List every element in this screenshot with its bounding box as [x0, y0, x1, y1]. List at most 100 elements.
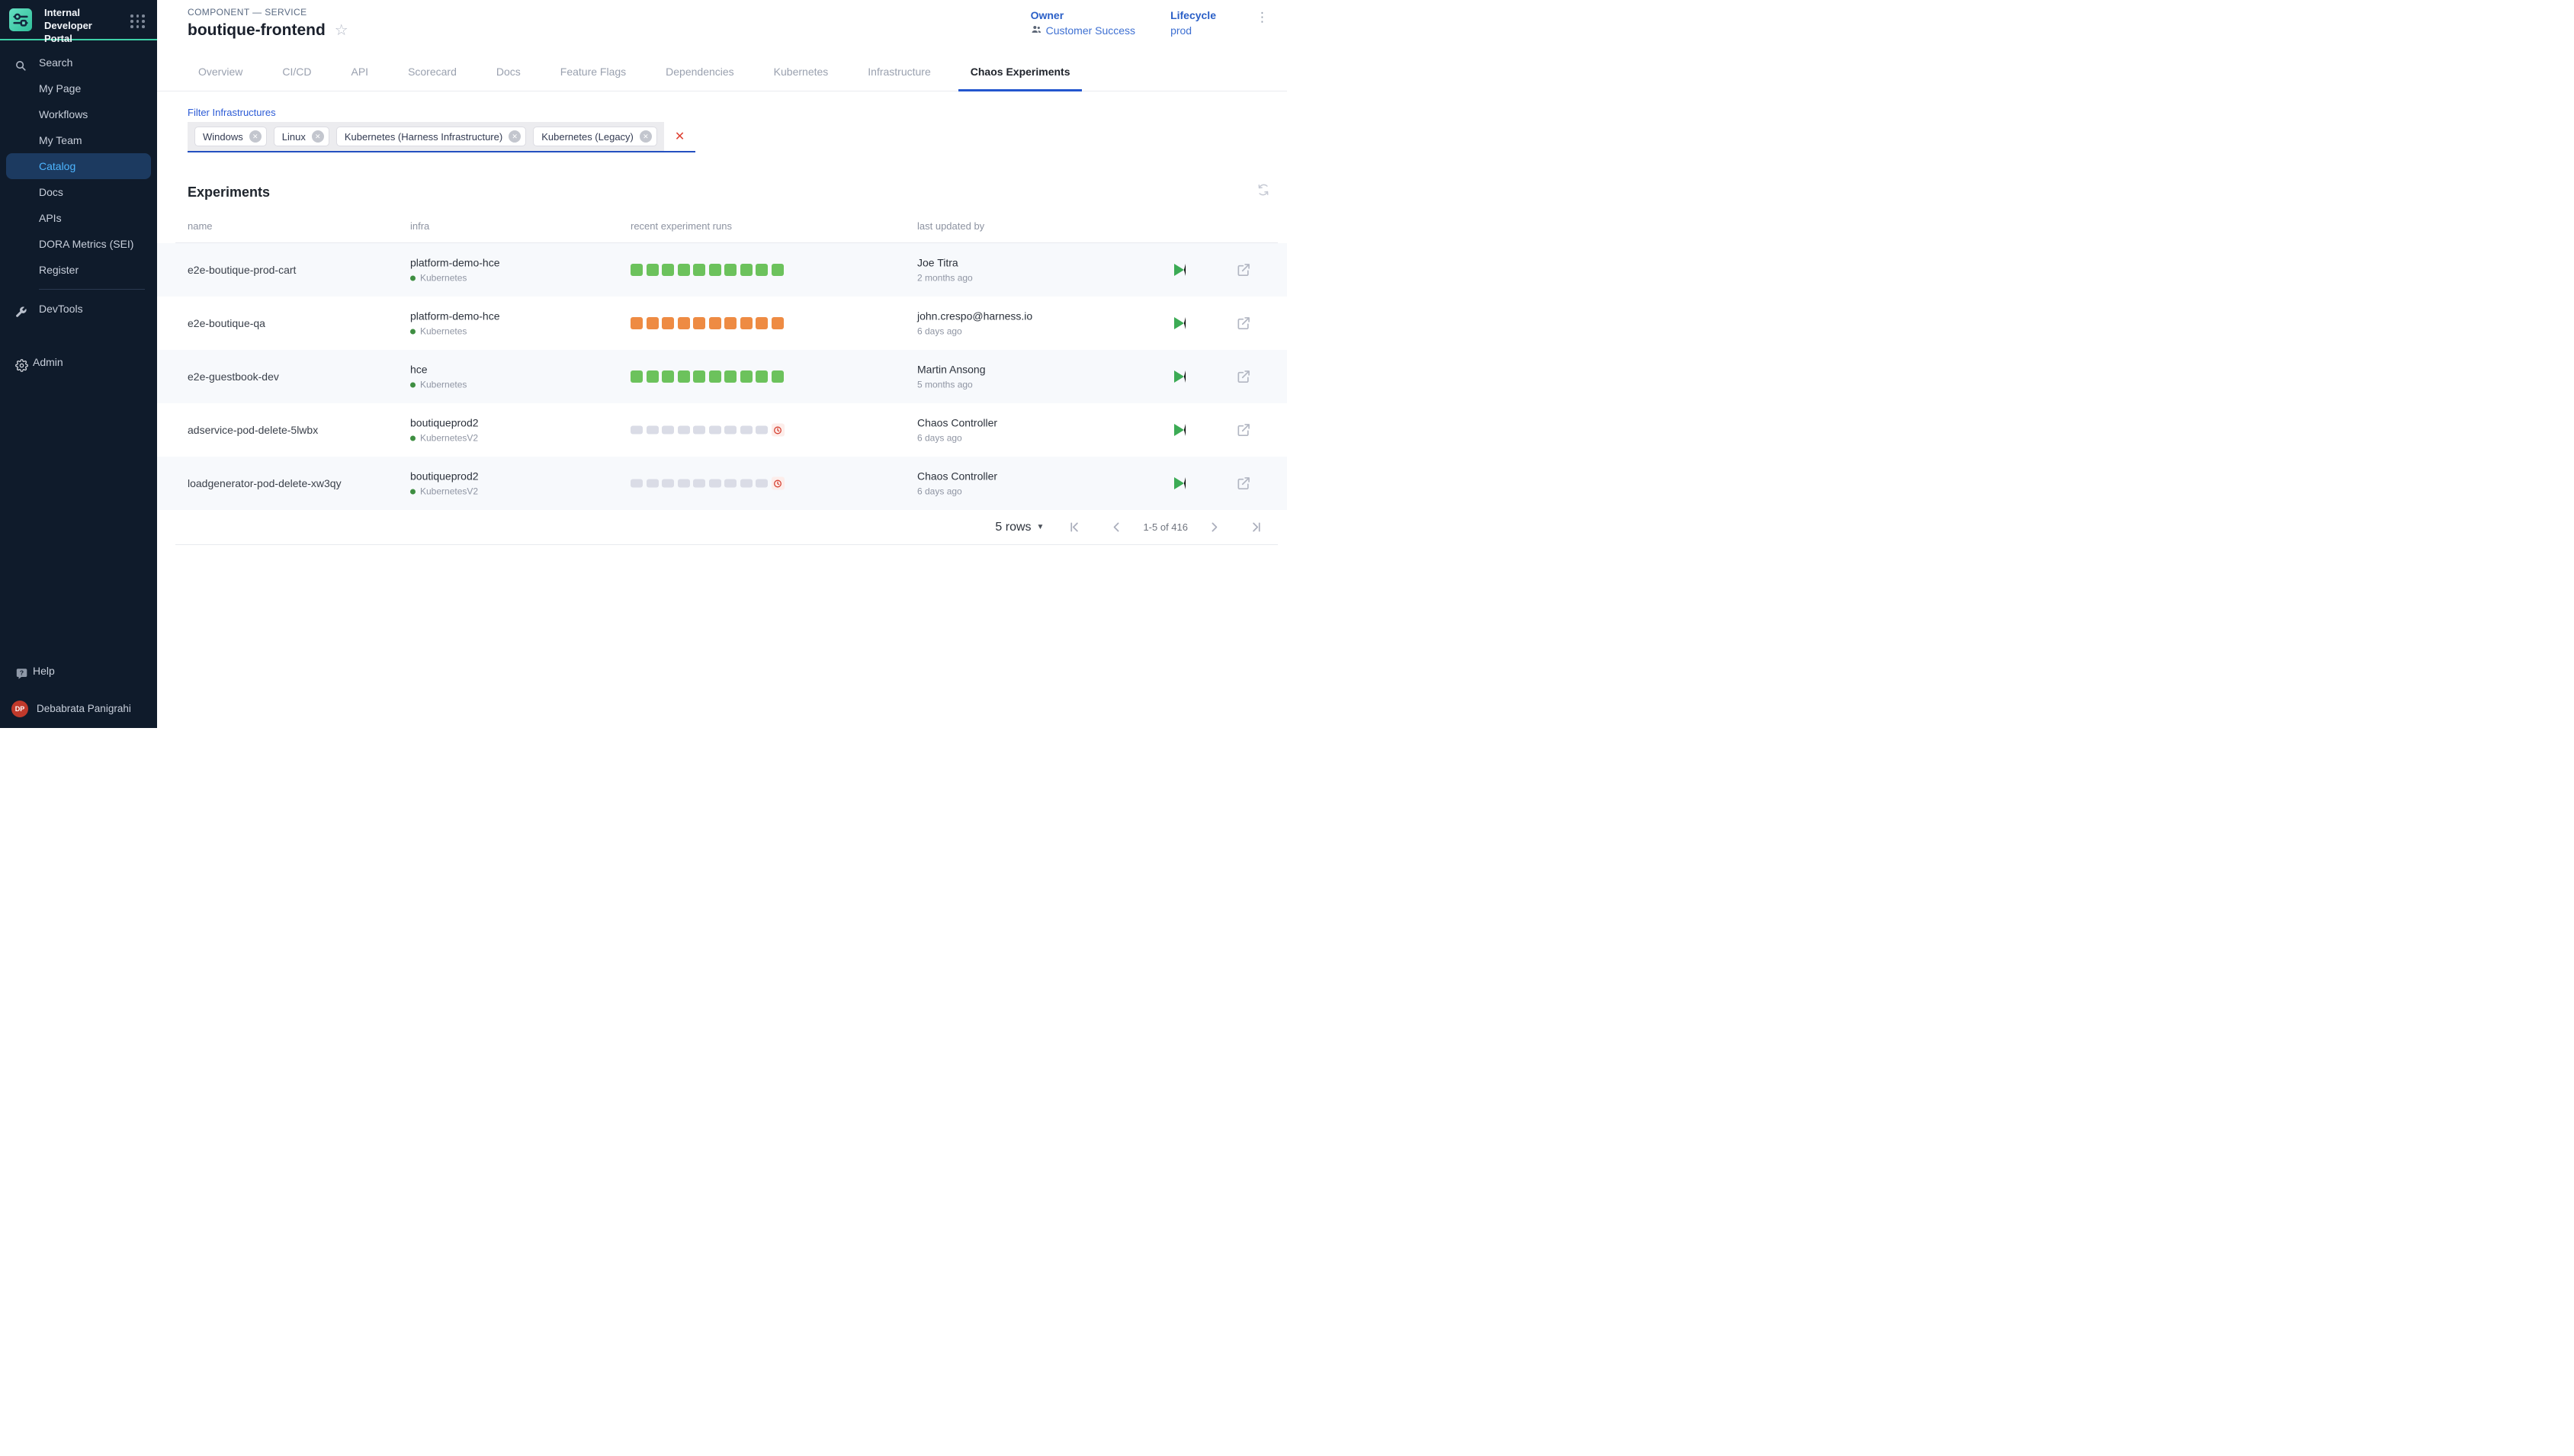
- tab-cicd[interactable]: CI/CD: [262, 53, 331, 91]
- open-experiment-icon[interactable]: [1236, 262, 1251, 277]
- run-indicator[interactable]: [631, 370, 643, 383]
- chip-remove-icon[interactable]: ✕: [640, 130, 652, 143]
- next-page-button[interactable]: [1206, 519, 1222, 535]
- run-indicator[interactable]: [740, 426, 753, 435]
- run-experiment-button[interactable]: [1174, 264, 1186, 276]
- run-indicator[interactable]: [724, 317, 737, 329]
- run-indicator[interactable]: [647, 264, 659, 276]
- run-indicator[interactable]: [756, 426, 768, 435]
- run-indicator[interactable]: [709, 370, 721, 383]
- open-experiment-icon[interactable]: [1236, 476, 1251, 491]
- run-indicator[interactable]: [693, 426, 705, 435]
- run-indicator[interactable]: [772, 264, 784, 276]
- run-indicator[interactable]: [647, 479, 659, 488]
- run-indicator[interactable]: [662, 479, 674, 488]
- sidebar-item-search[interactable]: Search: [6, 50, 151, 75]
- run-indicator[interactable]: [678, 479, 690, 488]
- tab-feature-flags[interactable]: Feature Flags: [541, 53, 646, 91]
- refresh-icon[interactable]: [1257, 183, 1270, 200]
- run-indicator[interactable]: [772, 317, 784, 329]
- run-experiment-button[interactable]: [1174, 317, 1186, 329]
- open-experiment-icon[interactable]: [1236, 316, 1251, 331]
- open-experiment-icon[interactable]: [1236, 422, 1251, 438]
- open-experiment-icon[interactable]: [1236, 369, 1251, 384]
- pending-run-clock-icon[interactable]: [772, 477, 785, 490]
- chip-remove-icon[interactable]: ✕: [509, 130, 521, 143]
- run-indicator[interactable]: [678, 317, 690, 329]
- tab-api[interactable]: API: [331, 53, 388, 91]
- previous-page-button[interactable]: [1109, 519, 1125, 535]
- tab-dependencies[interactable]: Dependencies: [646, 53, 754, 91]
- filter-label[interactable]: Filter Infrastructures: [188, 107, 1287, 118]
- sidebar-item-catalog[interactable]: Catalog: [6, 153, 151, 179]
- run-indicator[interactable]: [709, 317, 721, 329]
- run-indicator[interactable]: [631, 317, 643, 329]
- run-indicator[interactable]: [756, 264, 768, 276]
- run-indicator[interactable]: [647, 426, 659, 435]
- run-indicator[interactable]: [693, 370, 705, 383]
- pending-run-clock-icon[interactable]: [772, 424, 785, 437]
- filter-input[interactable]: Windows ✕ Linux ✕ Kubernetes (Harness In…: [188, 122, 695, 152]
- run-indicator[interactable]: [709, 426, 721, 435]
- run-indicator[interactable]: [662, 370, 674, 383]
- run-experiment-button[interactable]: [1174, 477, 1186, 489]
- sidebar-item-workflows[interactable]: Workflows: [6, 101, 151, 127]
- filter-chip-linux[interactable]: Linux ✕: [274, 127, 329, 146]
- sidebar-item-register[interactable]: Register: [6, 257, 151, 283]
- run-indicator[interactable]: [740, 370, 753, 383]
- run-experiment-button[interactable]: [1174, 370, 1186, 383]
- run-indicator[interactable]: [693, 479, 705, 488]
- sidebar-item-admin[interactable]: Admin: [6, 349, 151, 375]
- tab-overview[interactable]: Overview: [178, 53, 262, 91]
- filter-chip-windows[interactable]: Windows ✕: [194, 127, 267, 146]
- run-indicator[interactable]: [709, 479, 721, 488]
- filter-chip-kubernetes-harness[interactable]: Kubernetes (Harness Infrastructure) ✕: [336, 127, 526, 146]
- app-switcher-icon[interactable]: [130, 14, 145, 28]
- tab-chaos-experiments[interactable]: Chaos Experiments: [951, 53, 1090, 91]
- favorite-star-icon[interactable]: ☆: [335, 23, 348, 38]
- run-indicator[interactable]: [724, 264, 737, 276]
- run-indicator[interactable]: [662, 264, 674, 276]
- more-options-icon[interactable]: ⋮: [1251, 9, 1273, 25]
- chip-remove-icon[interactable]: ✕: [249, 130, 262, 143]
- run-indicator[interactable]: [756, 317, 768, 329]
- chip-remove-icon[interactable]: ✕: [312, 130, 324, 143]
- run-indicator[interactable]: [678, 426, 690, 435]
- run-indicator[interactable]: [647, 370, 659, 383]
- sidebar-item-devtools[interactable]: DevTools: [6, 296, 151, 322]
- run-indicator[interactable]: [693, 317, 705, 329]
- run-indicator[interactable]: [756, 370, 768, 383]
- run-indicator[interactable]: [756, 479, 768, 488]
- sidebar-item-help[interactable]: ? Help: [6, 658, 151, 684]
- filter-chip-kubernetes-legacy[interactable]: Kubernetes (Legacy) ✕: [533, 127, 657, 146]
- run-indicator[interactable]: [662, 426, 674, 435]
- tab-infrastructure[interactable]: Infrastructure: [848, 53, 950, 91]
- run-indicator[interactable]: [631, 479, 643, 488]
- first-page-button[interactable]: [1067, 519, 1083, 535]
- user-menu[interactable]: DP Debabrata Panigrahi: [6, 696, 151, 722]
- run-indicator[interactable]: [740, 479, 753, 488]
- run-indicator[interactable]: [662, 317, 674, 329]
- run-indicator[interactable]: [724, 479, 737, 488]
- run-indicator[interactable]: [678, 370, 690, 383]
- run-indicator[interactable]: [647, 317, 659, 329]
- rows-per-page-dropdown[interactable]: 5 rows ▼: [995, 521, 1044, 534]
- run-indicator[interactable]: [740, 317, 753, 329]
- sidebar-item-docs[interactable]: Docs: [6, 179, 151, 205]
- sidebar-item-my-team[interactable]: My Team: [6, 127, 151, 153]
- tab-kubernetes[interactable]: Kubernetes: [754, 53, 849, 91]
- sidebar-item-my-page[interactable]: My Page: [6, 75, 151, 101]
- tab-docs[interactable]: Docs: [477, 53, 541, 91]
- clear-filters-icon[interactable]: ✕: [675, 129, 685, 144]
- run-indicator[interactable]: [631, 264, 643, 276]
- run-indicator[interactable]: [693, 264, 705, 276]
- run-indicator[interactable]: [709, 264, 721, 276]
- run-indicator[interactable]: [772, 370, 784, 383]
- run-indicator[interactable]: [724, 370, 737, 383]
- run-indicator[interactable]: [724, 426, 737, 435]
- run-indicator[interactable]: [678, 264, 690, 276]
- owner-link[interactable]: Customer Success: [1031, 24, 1135, 37]
- tab-scorecard[interactable]: Scorecard: [388, 53, 477, 91]
- last-page-button[interactable]: [1248, 519, 1264, 535]
- run-indicator[interactable]: [740, 264, 753, 276]
